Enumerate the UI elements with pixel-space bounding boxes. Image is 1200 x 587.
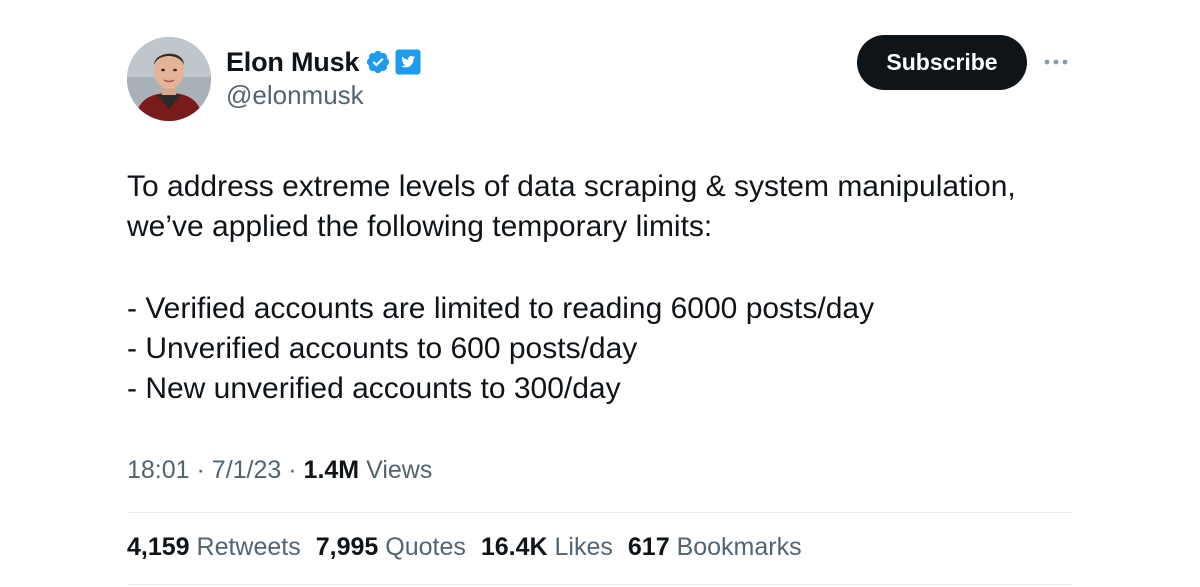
tweet-time[interactable]: 18:01 [127,456,190,484]
bookmarks-label: Bookmarks [676,533,802,561]
bookmarks-stat[interactable]: 617 Bookmarks [628,533,802,562]
tweet-meta: 18:01 · 7/1/23 · 1.4M Views [127,456,432,485]
more-dots-icon[interactable] [1041,50,1071,74]
tweet-text-line: - Unverified accounts to 600 posts/day [127,332,638,365]
subscribe-button[interactable]: Subscribe [857,35,1027,90]
meta-separator: · [288,456,297,484]
divider [127,512,1072,513]
tweet-text-line: To address extreme levels of data scrapi… [127,170,1016,203]
tweet-text-line: we’ve applied the following temporary li… [127,210,713,243]
views-label: Views [366,456,433,484]
engagement-stats: 4,159 Retweets 7,995 Quotes 16.4K Likes … [127,533,817,562]
quotes-stat[interactable]: 7,995 Quotes [316,533,466,562]
tweet-text-line: - Verified accounts are limited to readi… [127,292,875,325]
likes-stat[interactable]: 16.4K Likes [481,533,613,562]
display-name[interactable]: Elon Musk [226,47,359,78]
bookmarks-count: 617 [627,533,670,561]
retweets-count: 4,159 [127,533,190,561]
meta-separator: · [196,456,205,484]
quotes-count: 7,995 [315,533,379,561]
retweets-stat[interactable]: 4,159 Retweets [127,533,301,562]
author-handle[interactable]: @elonmusk [226,80,364,111]
quotes-label: Quotes [385,533,466,561]
tweet-card: Elon Musk @elonmusk Subscribe To address… [0,0,1200,587]
likes-count: 16.4K [480,533,548,561]
retweets-label: Retweets [196,533,301,561]
author-name-row[interactable]: Elon Musk [226,45,421,79]
likes-label: Likes [554,533,613,561]
tweet-date[interactable]: 7/1/23 [212,456,282,484]
avatar[interactable] [127,37,211,121]
tweet-text-line: - New unverified accounts to 300/day [127,372,621,405]
views-count: 1.4M [303,456,360,484]
verified-badge-icon[interactable] [365,49,391,75]
tweet-text: To address extreme levels of data scrapi… [127,167,1127,409]
avatar-image [127,37,211,121]
divider [127,584,1072,585]
twitter-bird-icon[interactable] [395,49,421,75]
